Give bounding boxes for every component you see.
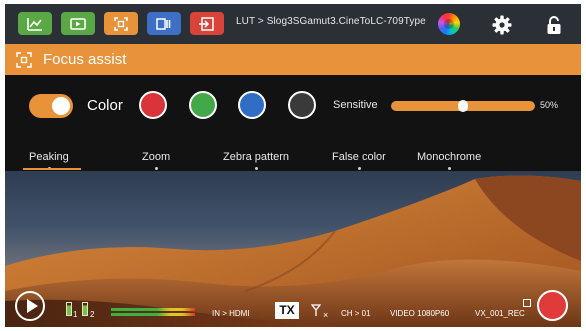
audio-meter-channel-2 [111,313,195,316]
record-file-name: VX_001_REC [475,309,525,318]
toggle-knob [52,97,70,115]
audio-meter-channel-1 [111,308,195,311]
tab-false-color[interactable]: False color [332,151,386,170]
input-source: IN > HDMI [212,309,250,318]
channel-status: CH > 01 [341,309,371,318]
color-swatch-blue[interactable] [238,91,266,119]
focus-assist-header: Focus assist [5,44,581,75]
color-wheel-icon[interactable] [438,13,460,35]
sensitive-value: 50% [540,100,559,110]
tab-label: Zebra pattern [223,151,290,163]
status-bar: 1 2 IN > HDMI TX × CH > 01 VIDEO 1080P60… [5,287,581,327]
color-swatch-green[interactable] [189,91,217,119]
tab-zebra-pattern[interactable]: Zebra pattern [223,151,290,170]
video-format: VIDEO 1080P60 [390,309,450,318]
battery-2-icon [82,302,88,316]
peaking-toggle[interactable] [29,94,73,118]
page-title: Focus assist [43,51,127,68]
gear-icon[interactable] [491,14,513,36]
battery-1-label: 1 [73,310,78,319]
tab-label: False color [332,151,386,163]
false-color-button[interactable] [147,12,181,35]
lock-icon[interactable] [543,14,565,36]
tab-peaking[interactable]: Peaking [29,151,69,170]
color-swatch-red[interactable] [139,91,167,119]
signal-status-mark: × [323,310,329,320]
video-button[interactable] [61,12,95,35]
monitor-screen: LUT > Slog3SGamut3.CineToLC-709Type Focu… [5,4,581,327]
focus-assist-button[interactable] [104,12,138,35]
false-color-icon [156,17,171,30]
sensitive-slider[interactable] [391,100,535,112]
focus-icon [114,16,128,31]
video-icon [70,17,86,30]
top-toolbar: LUT > Slog3SGamut3.CineToLC-709Type [5,4,581,44]
active-tab-indicator [23,168,81,170]
slider-thumb[interactable] [458,100,468,112]
sensitive-label: Sensitive [333,99,378,111]
tab-dot [448,167,452,170]
tab-dot [357,167,361,170]
battery-1-icon [66,302,72,316]
tab-dot [255,167,259,170]
lut-status[interactable]: LUT > Slog3SGamut3.CineToLC-709Type [236,16,426,27]
tx-badge: TX [275,302,299,319]
input-button[interactable] [190,12,224,35]
focus-tabs: Peaking Zoom Zebra pattern False color M… [5,145,581,171]
tab-dot [155,167,159,170]
tab-label: Monochrome [417,151,482,163]
tab-label: Zoom [142,151,171,163]
color-label: Color [87,97,123,114]
record-button[interactable] [537,290,568,321]
tab-zoom[interactable]: Zoom [142,151,171,170]
color-swatch-gray[interactable] [288,91,316,119]
antenna-icon [311,304,321,316]
play-button[interactable] [15,291,45,321]
audio-meter [111,308,195,317]
input-icon [199,16,214,31]
waveform-icon [27,17,42,31]
tab-monochrome[interactable]: Monochrome [417,151,482,170]
focus-icon [16,52,32,68]
waveform-button[interactable] [18,12,52,35]
battery-2-label: 2 [90,310,95,319]
tab-label: Peaking [29,151,69,163]
sd-card-icon [523,299,531,307]
focus-assist-controls: Color Sensitive 50% [5,75,581,145]
